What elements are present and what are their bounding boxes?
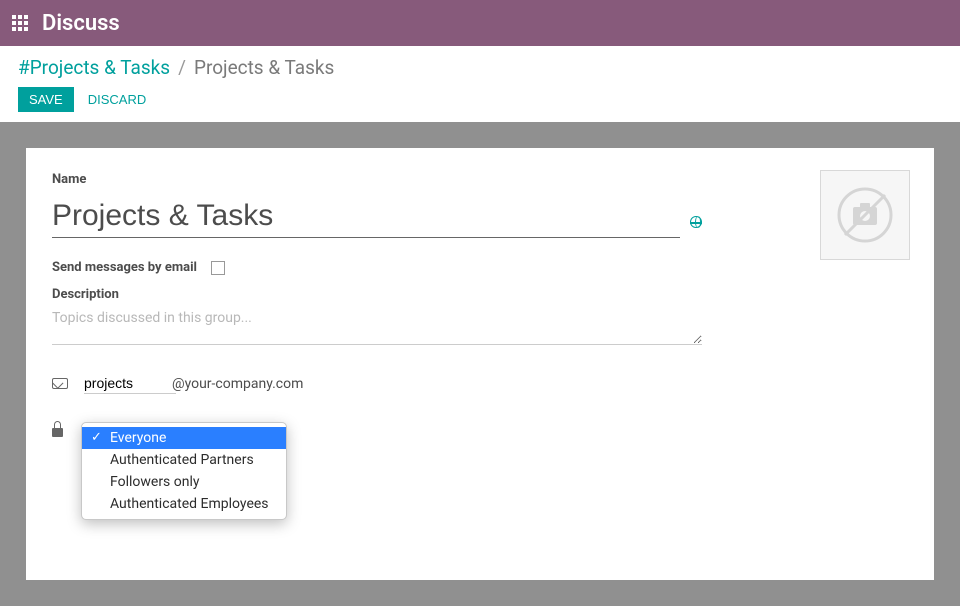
- mail-icon: [52, 378, 68, 389]
- name-input[interactable]: [52, 193, 680, 238]
- breadcrumb-bar: #Projects & Tasks / Projects & Tasks: [0, 46, 960, 79]
- app-title: Discuss: [42, 11, 120, 36]
- breadcrumb-root-link[interactable]: #Projects & Tasks: [18, 56, 170, 79]
- image-placeholder[interactable]: [820, 170, 910, 260]
- form-canvas: Name Send messages by email Description …: [0, 122, 960, 606]
- email-alias-input[interactable]: [84, 373, 176, 394]
- form-sheet: Name Send messages by email Description …: [26, 148, 934, 580]
- privacy-option-authenticated-employees[interactable]: Authenticated Employees: [82, 493, 286, 515]
- save-button[interactable]: SAVE: [18, 87, 74, 112]
- description-label: Description: [52, 287, 702, 302]
- name-label: Name: [52, 172, 702, 187]
- privacy-dropdown[interactable]: Everyone Authenticated Partners Follower…: [81, 422, 287, 520]
- main-fields: Name Send messages by email Description …: [52, 172, 702, 520]
- no-image-icon: [833, 183, 897, 247]
- top-nav: Discuss: [0, 0, 960, 46]
- action-bar: SAVE DISCARD: [0, 79, 960, 122]
- breadcrumb-separator: /: [178, 56, 186, 79]
- breadcrumb-current: Projects & Tasks: [194, 56, 334, 79]
- globe-icon[interactable]: [690, 216, 702, 228]
- privacy-option-followers-only[interactable]: Followers only: [82, 471, 286, 493]
- breadcrumb: #Projects & Tasks / Projects & Tasks: [18, 56, 942, 79]
- email-domain: @your-company.com: [172, 376, 303, 392]
- discard-button[interactable]: DISCARD: [88, 92, 147, 107]
- privacy-option-authenticated-partners[interactable]: Authenticated Partners: [82, 449, 286, 471]
- privacy-option-everyone[interactable]: Everyone: [82, 427, 286, 449]
- email-alias-row: @your-company.com: [52, 373, 702, 394]
- description-input[interactable]: [52, 308, 702, 345]
- lock-icon: [52, 428, 63, 437]
- privacy-row: Everyone Authenticated Partners Follower…: [52, 422, 702, 520]
- send-email-label: Send messages by email: [52, 260, 197, 275]
- apps-icon[interactable]: [12, 15, 28, 31]
- send-email-checkbox[interactable]: [211, 261, 225, 275]
